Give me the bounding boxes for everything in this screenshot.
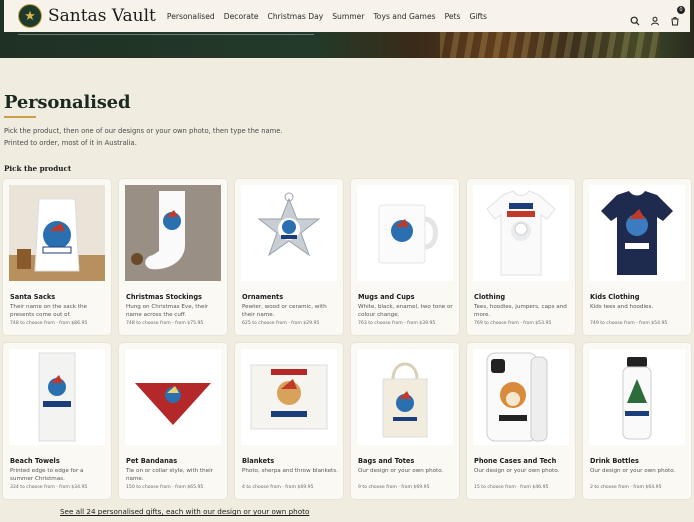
product-description: White, black, enamel, two tone or colour… bbox=[358, 304, 453, 318]
phone-case-image bbox=[473, 349, 569, 445]
white-tshirt-image bbox=[473, 185, 569, 281]
drink-bottle-image bbox=[589, 349, 685, 445]
title-underline bbox=[4, 116, 36, 118]
product-description: Our design or your own photo. bbox=[474, 468, 560, 474]
product-card-pet-bandanas[interactable]: Pet Bandanas Tie on or collar style, wit… bbox=[119, 343, 227, 499]
bandana-image bbox=[125, 349, 221, 445]
nav-christmas-day[interactable]: Christmas Day bbox=[268, 12, 324, 21]
product-price: 769 to choose from · from $53.95 bbox=[474, 321, 552, 326]
product-name: Clothing bbox=[474, 293, 506, 301]
product-price: 749 to choose from · from $54.95 bbox=[590, 321, 668, 326]
ornament-image bbox=[241, 185, 337, 281]
product-card-ornaments[interactable]: Ornaments Pewter, wood or ceramic, with … bbox=[235, 179, 343, 335]
product-description: Hung on Christmas Eve, their name across… bbox=[126, 304, 209, 318]
account-icon[interactable] bbox=[650, 11, 660, 26]
product-card-mugs-and-cups[interactable]: Mugs and Cups White, black, enamel, two … bbox=[351, 179, 459, 335]
product-description: Photo, sherpa and throw blankets. bbox=[242, 468, 338, 474]
intro-text: Pick the product, then one of our design… bbox=[4, 125, 283, 149]
product-price: 4 to choose from · from $69.95 bbox=[242, 485, 314, 490]
hero-decoration bbox=[440, 32, 660, 58]
stocking-image bbox=[125, 185, 221, 281]
product-description: Tie on or collar style, with their name. bbox=[126, 468, 214, 482]
product-description: Their name on the sack the presents come… bbox=[10, 304, 87, 318]
product-card-drink-bottles[interactable]: Drink Bottles Our design or your own pho… bbox=[583, 343, 691, 499]
page-title: Personalised bbox=[4, 92, 131, 113]
navy-tshirt-image bbox=[589, 185, 685, 281]
product-name: Beach Towels bbox=[10, 457, 60, 465]
product-name: Kids Clothing bbox=[590, 293, 640, 301]
product-name: Phone Cases and Tech bbox=[474, 457, 557, 465]
product-card-blankets[interactable]: Blankets Photo, sherpa and throw blanket… bbox=[235, 343, 343, 499]
product-description: Kids tees and hoodies. bbox=[590, 304, 654, 310]
intro-line-2: Printed to order, most of it in Australi… bbox=[4, 139, 137, 147]
nav-summer[interactable]: Summer bbox=[332, 12, 364, 21]
product-card-christmas-stockings[interactable]: Christmas Stockings Hung on Christmas Ev… bbox=[119, 179, 227, 335]
product-price: 9 to choose from · from $69.95 bbox=[358, 485, 430, 490]
product-name: Drink Bottles bbox=[590, 457, 639, 465]
santa-sack-image bbox=[9, 185, 105, 281]
product-description: Our design or your own photo. bbox=[358, 468, 444, 474]
cart-count-badge: 0 bbox=[677, 6, 685, 14]
product-description: Our design or your own photo. bbox=[590, 468, 676, 474]
logo-star-icon[interactable]: ★ bbox=[18, 4, 42, 28]
product-description: Printed edge to edge for a summer Christ… bbox=[10, 468, 84, 482]
product-description: Pewter, wood or ceramic, with their name… bbox=[242, 304, 327, 318]
product-name: Santa Sacks bbox=[10, 293, 56, 301]
product-grid: Santa Sacks Their name on the sack the p… bbox=[3, 179, 691, 499]
product-price: 625 to choose from · from $29.95 bbox=[242, 321, 320, 326]
product-name: Blankets bbox=[242, 457, 275, 465]
product-card-phone-cases[interactable]: Phone Cases and Tech Our design or your … bbox=[467, 343, 575, 499]
product-price: 334 to choose from · from $34.95 bbox=[10, 485, 88, 490]
product-price: 2 to choose from · from $64.95 bbox=[590, 485, 662, 490]
product-card-clothing[interactable]: Clothing Tees, hoodies, jumpers, caps an… bbox=[467, 179, 575, 335]
nav-toys-and-games[interactable]: Toys and Games bbox=[373, 12, 435, 21]
brand-name[interactable]: Santas Vault bbox=[48, 6, 156, 26]
product-price: 150 to choose from · from $65.95 bbox=[126, 485, 204, 490]
product-description: Tees, hoodies, jumpers, caps and more. bbox=[474, 304, 567, 318]
pick-product-heading: Pick the product bbox=[4, 164, 72, 173]
beach-towel-image bbox=[9, 349, 105, 445]
product-card-kids-clothing[interactable]: Kids Clothing Kids tees and hoodies. 749… bbox=[583, 179, 691, 335]
product-price: 15 to choose from · from $46.95 bbox=[474, 485, 549, 490]
blanket-image bbox=[241, 349, 337, 445]
product-name: Pet Bandanas bbox=[126, 457, 178, 465]
product-card-bags-and-totes[interactable]: Bags and Totes Our design or your own ph… bbox=[351, 343, 459, 499]
product-price: 763 to choose from · from $39.95 bbox=[358, 321, 436, 326]
product-card-santa-sacks[interactable]: Santa Sacks Their name on the sack the p… bbox=[3, 179, 111, 335]
mug-image bbox=[357, 185, 453, 281]
see-all-personalised-link[interactable]: See all 24 personalised gifts, each with… bbox=[60, 507, 309, 516]
product-name: Ornaments bbox=[242, 293, 284, 301]
nav-gifts[interactable]: Gifts bbox=[470, 12, 487, 21]
product-card-beach-towels[interactable]: Beach Towels Printed edge to edge for a … bbox=[3, 343, 111, 499]
search-icon[interactable] bbox=[630, 11, 640, 26]
header-icons: 0 bbox=[630, 6, 685, 26]
intro-line-1: Pick the product, then one of our design… bbox=[4, 127, 283, 135]
product-name: Bags and Totes bbox=[358, 457, 415, 465]
product-name: Christmas Stockings bbox=[126, 293, 202, 301]
product-price: 748 to choose from · from $86.95 bbox=[10, 321, 88, 326]
nav-personalised[interactable]: Personalised bbox=[167, 12, 215, 21]
tote-bag-image bbox=[357, 349, 453, 445]
cart-icon[interactable]: 0 bbox=[670, 6, 685, 26]
hero-divider bbox=[18, 34, 314, 35]
nav-pets[interactable]: Pets bbox=[445, 12, 461, 21]
product-name: Mugs and Cups bbox=[358, 293, 415, 301]
main-nav: Personalised Decorate Christmas Day Summ… bbox=[167, 12, 487, 21]
site-header: ★ Santas Vault Personalised Decorate Chr… bbox=[4, 0, 690, 32]
product-price: 748 to choose from · from $75.95 bbox=[126, 321, 204, 326]
nav-decorate[interactable]: Decorate bbox=[224, 12, 259, 21]
